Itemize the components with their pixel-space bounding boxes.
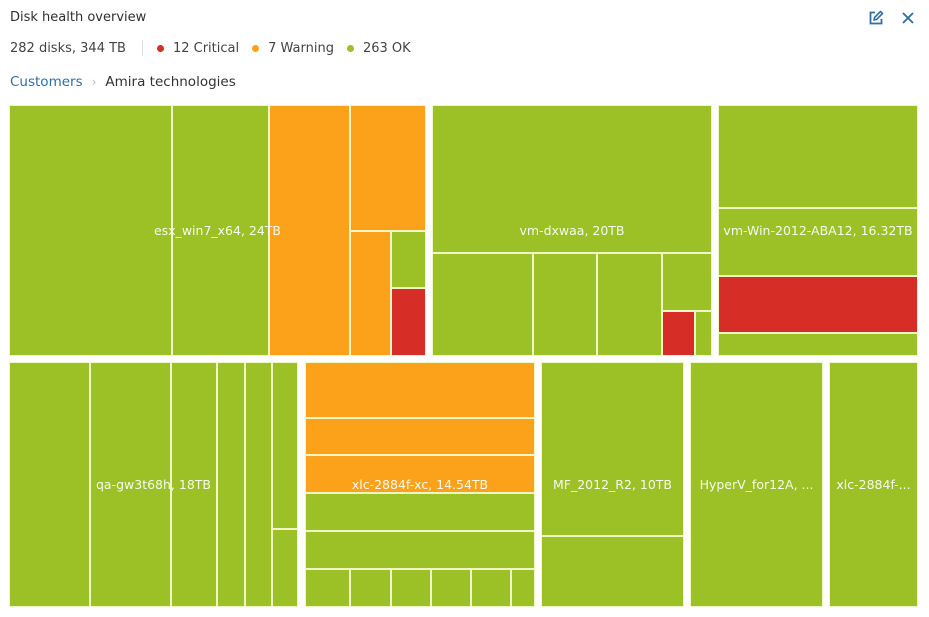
disk-cell-ok[interactable] [432, 253, 533, 356]
disk-cell-warning[interactable] [305, 418, 535, 456]
treemap-group[interactable]: HyperV_for12A, ... [690, 362, 823, 607]
disk-cell-ok[interactable] [350, 569, 391, 607]
disk-cell-ok[interactable] [511, 569, 535, 607]
disk-cell-warning[interactable] [268, 105, 350, 356]
disk-cell-ok[interactable] [829, 362, 918, 607]
treemap-group[interactable]: xlc-2884f-... [829, 362, 918, 607]
disk-cell-ok[interactable] [271, 528, 298, 607]
disk-cell-ok[interactable] [541, 362, 684, 536]
treemap-group[interactable]: esx_win7_x64, 24TB [9, 105, 426, 356]
treemap-group[interactable]: qa-gw3t68h, 18TB [9, 362, 298, 607]
disk-cell-ok[interactable] [718, 207, 918, 276]
disk-cell-ok[interactable] [390, 569, 431, 607]
disk-cell-ok[interactable] [541, 535, 684, 607]
disk-cell-ok[interactable] [695, 310, 712, 356]
disk-cell-ok[interactable] [271, 362, 298, 529]
disk-cell-ok[interactable] [305, 531, 535, 570]
treemap-group[interactable]: MF_2012_R2, 10TB [541, 362, 684, 607]
disk-cell-ok[interactable] [597, 253, 662, 356]
disk-cell-ok[interactable] [661, 253, 712, 311]
disk-cell-ok[interactable] [217, 362, 245, 607]
disk-cell-ok[interactable] [170, 362, 218, 607]
disk-cell-ok[interactable] [430, 569, 472, 607]
treemap-group[interactable]: vm-dxwaa, 20TB [432, 105, 712, 356]
disk-cell-ok[interactable] [305, 569, 351, 607]
disk-cell-ok[interactable] [471, 569, 512, 607]
disk-cell-ok[interactable] [89, 362, 171, 607]
disk-cell-ok[interactable] [244, 362, 272, 607]
disk-cell-ok[interactable] [532, 253, 598, 356]
disk-cell-critical[interactable] [661, 310, 696, 356]
disk-treemap: esx_win7_x64, 24TB vm-dxwaa, 20TB vm-Win-2… [0, 0, 929, 617]
disk-cell-ok[interactable] [718, 105, 918, 208]
disk-cell-ok[interactable] [9, 105, 172, 356]
disk-cell-ok[interactable] [305, 493, 535, 532]
disk-cell-ok[interactable] [432, 105, 712, 254]
disk-cell-warning[interactable] [305, 362, 535, 419]
treemap-group[interactable]: vm-Win-2012-ABA12, 16.32TB [718, 105, 918, 356]
treemap-group[interactable]: xlc-2884f-xc, 14.54TB [305, 362, 535, 607]
disk-cell-warning[interactable] [305, 455, 535, 494]
disk-cell-warning[interactable] [349, 105, 426, 231]
disk-cell-critical[interactable] [390, 288, 426, 356]
disk-cell-critical[interactable] [718, 275, 918, 334]
disk-cell-ok[interactable] [718, 333, 918, 356]
disk-cell-ok[interactable] [390, 230, 426, 289]
disk-cell-ok[interactable] [171, 105, 269, 356]
disk-cell-ok[interactable] [690, 362, 823, 607]
disk-cell-ok[interactable] [9, 362, 90, 607]
disk-cell-warning[interactable] [349, 230, 391, 356]
